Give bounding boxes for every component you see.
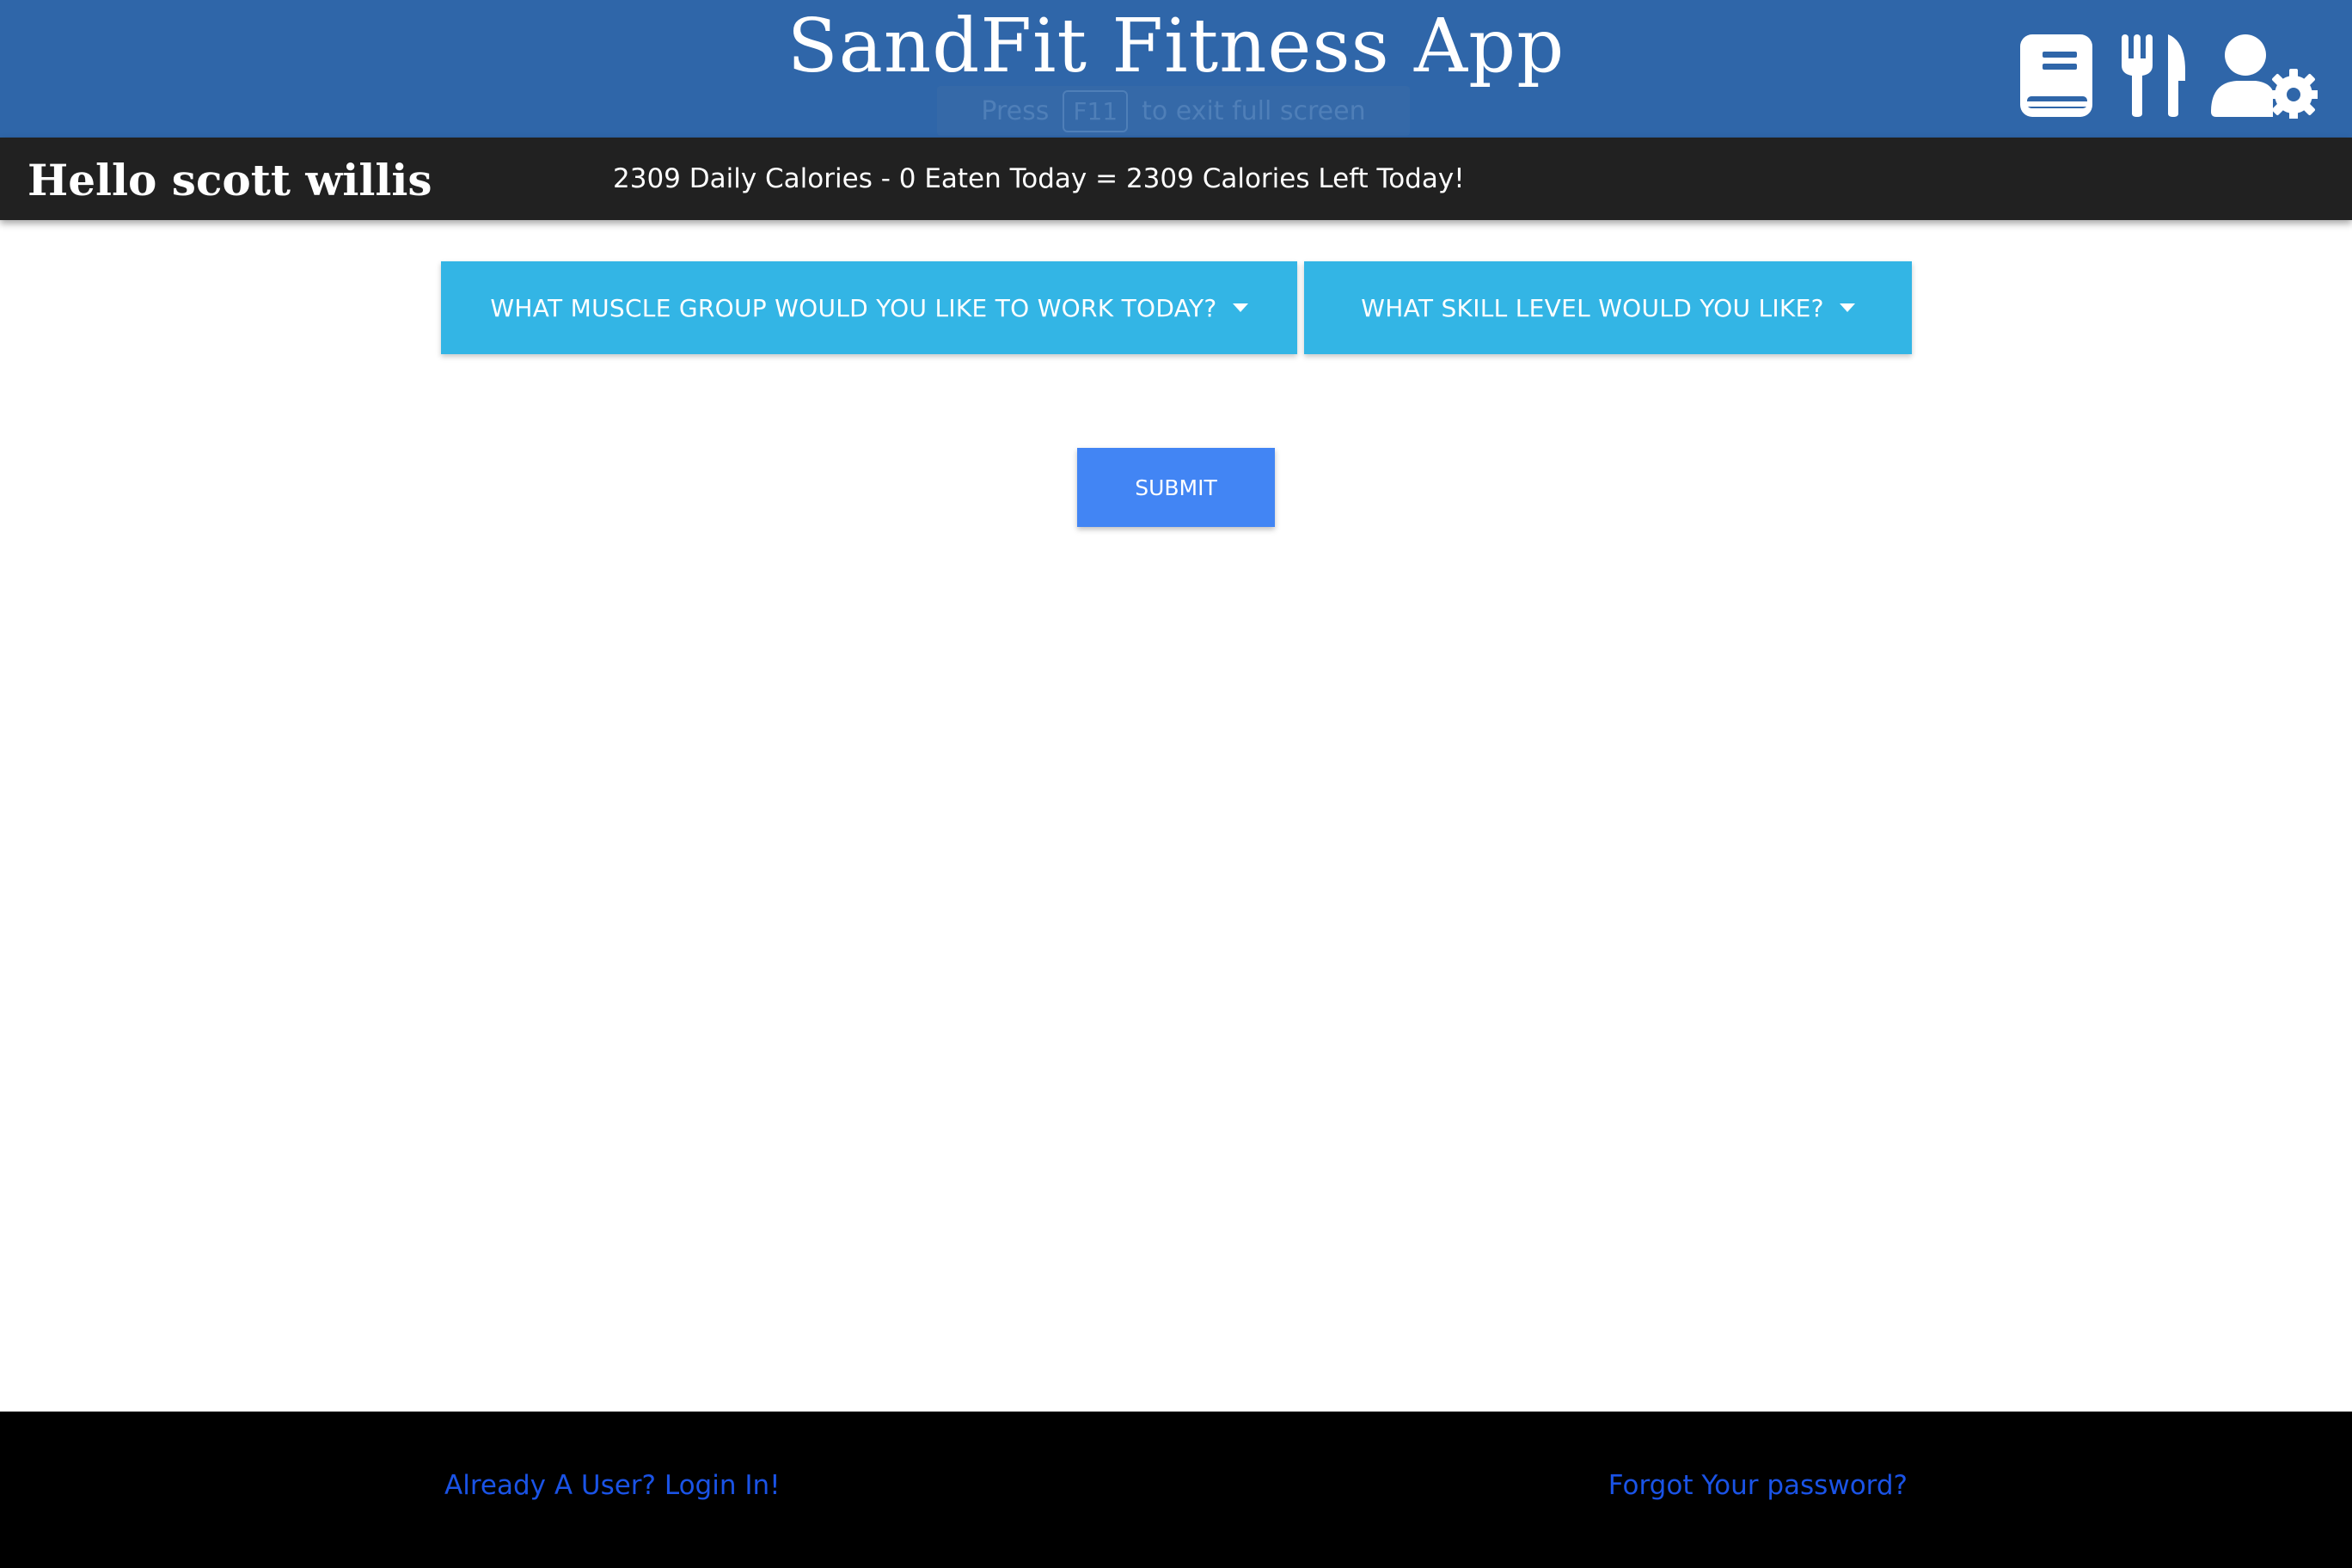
- journal-icon[interactable]: [2018, 33, 2094, 119]
- header-icon-group: [2018, 33, 2318, 119]
- calorie-summary: 2309 Daily Calories - 0 Eaten Today = 23…: [613, 163, 1465, 194]
- skill-level-dropdown-label: WHAT SKILL LEVEL WOULD YOU LIKE?: [1361, 293, 1824, 322]
- utensils-icon[interactable]: [2118, 33, 2187, 119]
- greeting-bar: Hello scott willis 2309 Daily Calories -…: [0, 138, 2352, 220]
- forgot-password-link[interactable]: Forgot Your password?: [1608, 1470, 1908, 1501]
- skill-level-dropdown[interactable]: WHAT SKILL LEVEL WOULD YOU LIKE?: [1304, 261, 1912, 354]
- muscle-group-dropdown[interactable]: WHAT MUSCLE GROUP WOULD YOU LIKE TO WORK…: [441, 261, 1297, 354]
- footer: Already A User? Login In! Forgot Your pa…: [0, 1412, 2352, 1568]
- fullscreen-notice-suffix: to exit full screen: [1142, 95, 1366, 126]
- user-settings-icon[interactable]: [2211, 33, 2318, 119]
- user-greeting: Hello scott willis: [28, 155, 432, 205]
- submit-button[interactable]: SUBMIT: [1077, 448, 1275, 527]
- fullscreen-notice-key: F11: [1063, 89, 1129, 132]
- fullscreen-notice: Press F11 to exit full screen: [937, 86, 1410, 136]
- app-header: SandFit Fitness App Press F11 to exit fu…: [0, 0, 2352, 138]
- caret-down-icon: [1232, 303, 1248, 312]
- app-title: SandFit Fitness App: [787, 3, 1565, 89]
- muscle-group-dropdown-label: WHAT MUSCLE GROUP WOULD YOU LIKE TO WORK…: [490, 293, 1217, 322]
- fullscreen-notice-press: Press: [981, 95, 1050, 126]
- caret-down-icon: [1839, 303, 1855, 312]
- login-link[interactable]: Already A User? Login In!: [444, 1470, 781, 1501]
